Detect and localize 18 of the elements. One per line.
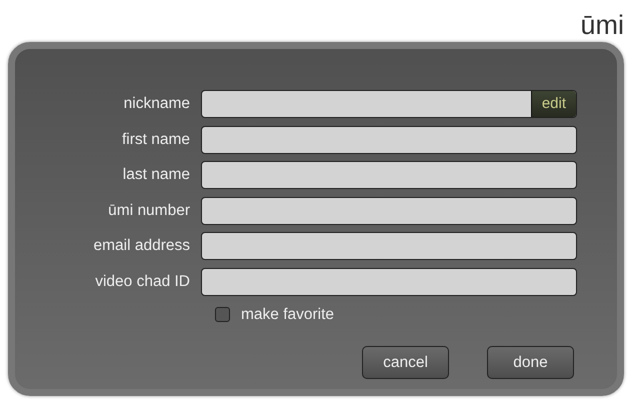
field-label: video chad ID bbox=[94, 272, 191, 292]
input-field[interactable] bbox=[201, 196, 577, 224]
input-field[interactable] bbox=[201, 126, 577, 154]
edit-button[interactable]: edit bbox=[530, 91, 576, 117]
field-label: nickname bbox=[122, 94, 191, 114]
favorite-checkbox[interactable] bbox=[215, 307, 230, 322]
field-label: ūmi number bbox=[107, 200, 191, 221]
input-field[interactable]: edit bbox=[201, 90, 577, 118]
field-label: last name bbox=[122, 165, 191, 186]
checkbox-label: make favorite bbox=[241, 305, 334, 325]
input-field[interactable] bbox=[201, 232, 577, 260]
logo: ūmi bbox=[580, 10, 624, 42]
done-button[interactable]: done bbox=[487, 346, 574, 380]
cancel-button[interactable]: cancel bbox=[362, 346, 449, 380]
field-label: first name bbox=[120, 130, 191, 150]
input-field[interactable] bbox=[201, 268, 577, 296]
field-label: email address bbox=[92, 236, 191, 256]
input-field[interactable] bbox=[201, 161, 577, 189]
